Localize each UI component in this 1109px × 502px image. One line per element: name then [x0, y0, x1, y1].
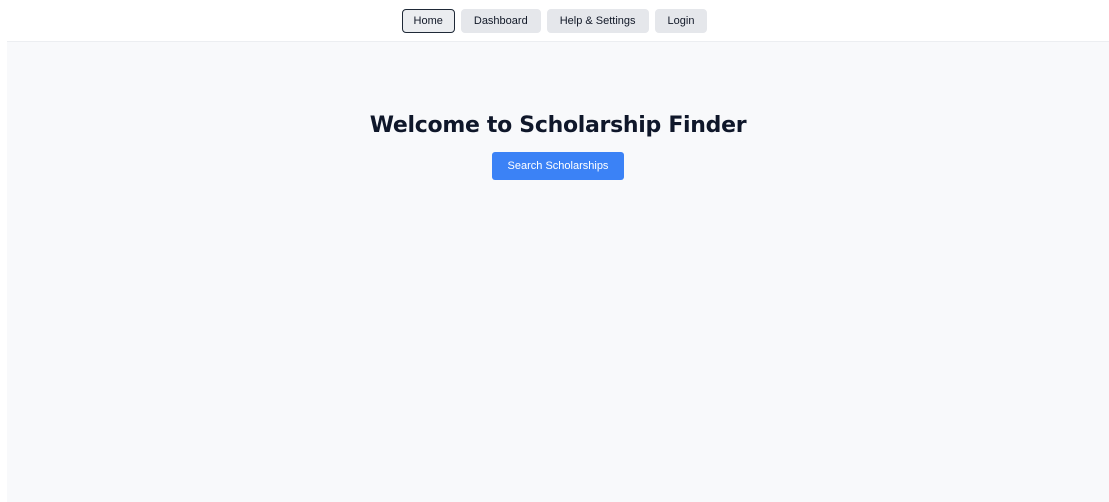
- nav-login-button[interactable]: Login: [654, 9, 708, 33]
- nav-home-button[interactable]: Home: [401, 9, 455, 33]
- top-nav: Home Dashboard Help & Settings Login: [0, 0, 1109, 41]
- nav-dashboard-button[interactable]: Dashboard: [460, 9, 541, 33]
- hero-section: Welcome to Scholarship Finder Search Sch…: [7, 112, 1109, 180]
- nav-help-settings-button[interactable]: Help & Settings: [546, 9, 649, 33]
- page-title: Welcome to Scholarship Finder: [369, 113, 747, 138]
- main-content: Welcome to Scholarship Finder Search Sch…: [7, 41, 1109, 502]
- search-scholarships-button[interactable]: Search Scholarships: [491, 152, 625, 180]
